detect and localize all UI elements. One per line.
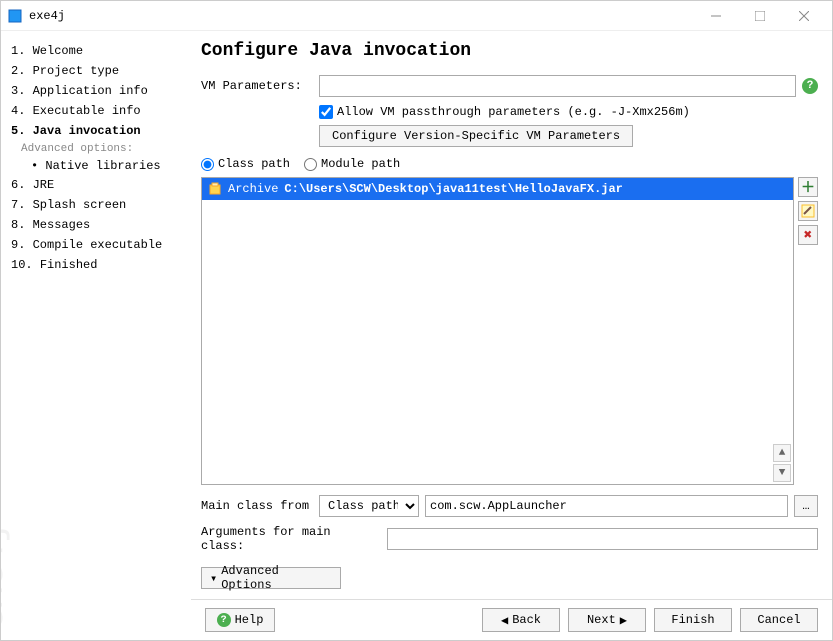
step-application-info[interactable]: 3. Application info — [7, 81, 185, 101]
titlebar: exe4j — [1, 1, 832, 31]
configure-version-button[interactable]: Configure Version-Specific VM Parameters — [319, 125, 633, 147]
step-executable-info[interactable]: 4. Executable info — [7, 101, 185, 121]
help-button[interactable]: ? Help — [205, 608, 275, 632]
chevron-down-icon: ▾ — [210, 571, 217, 586]
step-welcome[interactable]: 1. Welcome — [7, 41, 185, 61]
main-panel: Configure Java invocation VM Parameters:… — [191, 31, 832, 640]
finish-button[interactable]: Finish — [654, 608, 732, 632]
arguments-label: Arguments for main class: — [201, 525, 381, 553]
step-java-invocation[interactable]: 5. Java invocation — [7, 121, 185, 141]
list-item[interactable]: Archive C:\Users\SCW\Desktop\java11test\… — [202, 178, 793, 200]
archive-icon — [208, 182, 222, 196]
archive-type-label: Archive — [228, 180, 278, 198]
advanced-options-label: Advanced options: — [7, 141, 185, 157]
window-title: exe4j — [29, 9, 694, 23]
classpath-listbox[interactable]: Archive C:\Users\SCW\Desktop\java11test\… — [201, 177, 794, 485]
minimize-button[interactable] — [694, 2, 738, 30]
archive-path: C:\Users\SCW\Desktop\java11test\HelloJav… — [284, 180, 622, 198]
vm-parameters-label: VM Parameters: — [201, 79, 313, 93]
back-button[interactable]: ◀ Back — [482, 608, 560, 632]
scroll-up-icon[interactable]: ▲ — [773, 444, 791, 462]
help-icon: ? — [217, 613, 231, 627]
main-class-input[interactable] — [425, 495, 788, 517]
watermark: exe4j — [1, 522, 11, 630]
cancel-button[interactable]: Cancel — [740, 608, 818, 632]
arguments-input[interactable] — [387, 528, 818, 550]
browse-main-class-button[interactable]: … — [794, 495, 818, 517]
step-project-type[interactable]: 2. Project type — [7, 61, 185, 81]
edit-button[interactable] — [798, 201, 818, 221]
step-compile-executable[interactable]: 9. Compile executable — [7, 235, 185, 255]
step-messages[interactable]: 8. Messages — [7, 215, 185, 235]
maximize-button[interactable] — [738, 2, 782, 30]
radio-class-path[interactable]: Class path — [201, 157, 290, 171]
main-class-from-label: Main class from — [201, 499, 313, 513]
step-jre[interactable]: 6. JRE — [7, 175, 185, 195]
help-icon[interactable]: ? — [802, 78, 818, 94]
delete-button[interactable]: ✖ — [798, 225, 818, 245]
main-class-from-select[interactable]: Class path — [319, 495, 419, 517]
page-title: Configure Java invocation — [201, 41, 818, 61]
add-button[interactable]: ＋ — [798, 177, 818, 197]
app-icon — [7, 8, 23, 24]
vm-parameters-input[interactable] — [319, 75, 796, 97]
sidebar: 1. Welcome 2. Project type 3. Applicatio… — [1, 31, 191, 640]
step-finished[interactable]: 10. Finished — [7, 255, 185, 275]
allow-passthrough-label: Allow VM passthrough parameters (e.g. -J… — [337, 105, 690, 119]
arrow-left-icon: ◀ — [501, 613, 508, 628]
step-splash-screen[interactable]: 7. Splash screen — [7, 195, 185, 215]
scroll-down-icon[interactable]: ▼ — [773, 464, 791, 482]
allow-passthrough-checkbox[interactable] — [319, 105, 333, 119]
arrow-right-icon: ▶ — [620, 613, 627, 628]
close-button[interactable] — [782, 2, 826, 30]
substep-native-libraries[interactable]: • Native libraries — [7, 157, 185, 175]
next-button[interactable]: Next ▶ — [568, 608, 646, 632]
radio-module-path[interactable]: Module path — [304, 157, 400, 171]
advanced-options-button[interactable]: ▾ Advanced Options — [201, 567, 341, 589]
